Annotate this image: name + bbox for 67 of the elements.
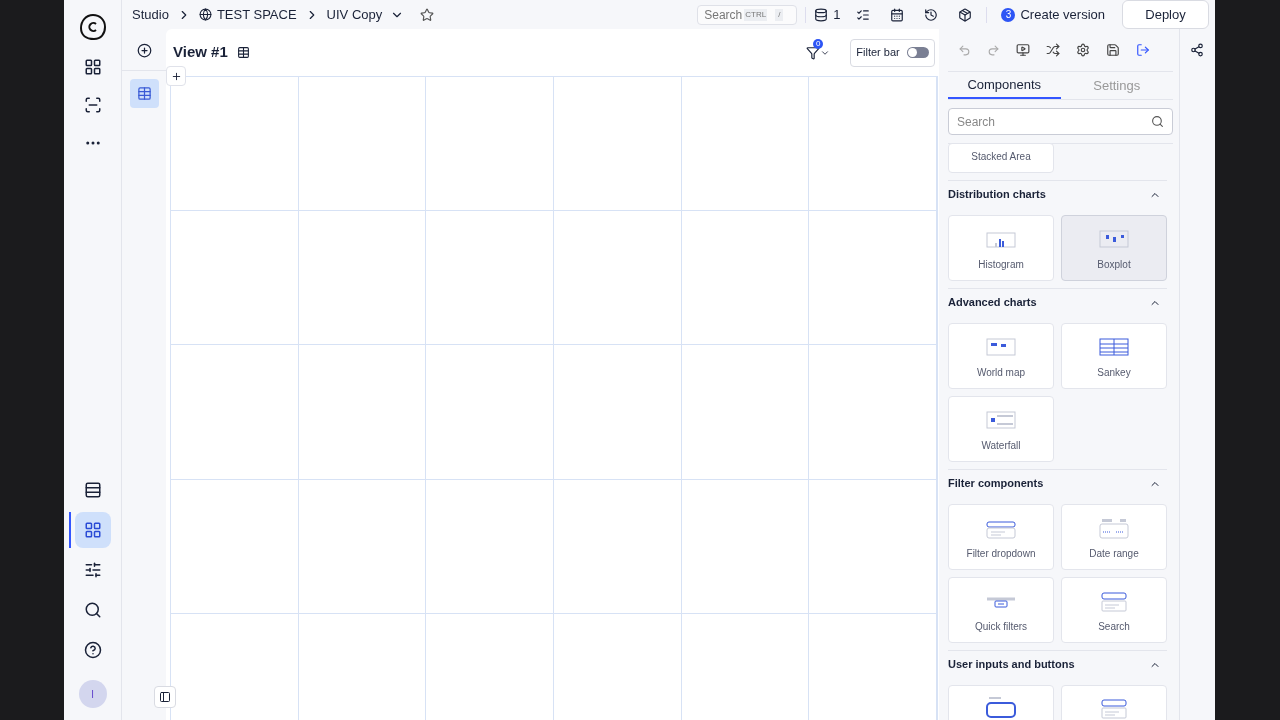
history-icon[interactable] [924, 7, 939, 22]
panel-toggle-button[interactable] [154, 686, 176, 708]
component-search-field[interactable]: Search [948, 108, 1173, 135]
search-icon [1151, 115, 1164, 128]
component-card[interactable]: Waterfall [948, 396, 1054, 462]
component-thumbnail-icon [1096, 227, 1132, 251]
database-count: 1 [833, 5, 841, 24]
globe-icon [198, 8, 212, 21]
component-card[interactable]: Stacked Area [948, 143, 1054, 173]
save-icon[interactable] [1106, 43, 1120, 57]
grid-icon [83, 521, 102, 539]
component-card[interactable]: Boxplot [1061, 215, 1167, 281]
avatar[interactable]: I [78, 680, 107, 708]
checklist-icon[interactable] [856, 7, 871, 22]
section-title: Advanced charts [948, 295, 1037, 311]
section-title: Filter components [948, 476, 1044, 492]
export-icon[interactable] [1136, 43, 1150, 57]
filter-bar-toggle[interactable]: Filter bar [850, 38, 935, 67]
component-card[interactable]: Quick filters [948, 577, 1054, 643]
shuffle-icon[interactable] [1046, 43, 1060, 57]
breadcrumb-link[interactable]: TEST SPACE [216, 4, 297, 25]
component-card[interactable]: Date range [1061, 504, 1167, 570]
add-row-button[interactable] [166, 66, 186, 86]
scan-icon[interactable] [83, 96, 102, 114]
settings-icon[interactable] [1076, 43, 1090, 57]
filter-icon[interactable] [806, 45, 820, 60]
help-icon [83, 641, 102, 659]
search-icon [83, 601, 102, 619]
view-settings-icon[interactable] [236, 46, 250, 59]
shortcut-key: / [775, 8, 784, 21]
create-version-button[interactable]: Create version [1020, 4, 1105, 25]
component-thumbnail-icon [1096, 335, 1132, 359]
package-icon[interactable] [958, 7, 973, 22]
breadcrumb-link[interactable]: Studio [132, 4, 169, 25]
panel-icon [159, 691, 171, 703]
view-title: View #1 [173, 42, 228, 63]
deploy-button[interactable]: Deploy [1122, 0, 1209, 29]
panel-tab[interactable]: Components [948, 72, 1061, 99]
calendar-icon[interactable] [890, 7, 905, 22]
component-thumbnail-icon [983, 408, 1019, 432]
apps-icon[interactable] [83, 58, 102, 76]
share-icon[interactable] [1190, 43, 1204, 57]
rows-icon [83, 481, 102, 499]
logo-icon[interactable] [77, 12, 108, 42]
section-title: User inputs and buttons [948, 657, 1075, 673]
component-card[interactable]: Histogram [948, 215, 1054, 281]
component-thumbnail-icon [983, 335, 1019, 359]
shortcut-key: CTRL [744, 8, 768, 21]
preview-icon[interactable] [1016, 43, 1030, 57]
component-thumbnail-icon [983, 696, 1019, 720]
component-card[interactable]: Sankey [1061, 323, 1167, 389]
add-icon[interactable] [136, 43, 152, 58]
component-card[interactable]: World map [948, 323, 1054, 389]
view-thumbnail[interactable] [129, 79, 159, 108]
sliders-icon [83, 561, 102, 579]
section-title: Distribution charts [948, 187, 1046, 203]
database-icon[interactable] [814, 7, 829, 22]
breadcrumb-link[interactable]: UIV Copy [326, 4, 383, 25]
search-field[interactable]: Search CTRL / [697, 4, 798, 25]
component-card[interactable]: Filter dropdown [948, 504, 1054, 570]
version-count-badge: 3 [1001, 7, 1016, 22]
star-icon[interactable] [420, 7, 435, 22]
filter-count-badge: 0 [813, 38, 824, 49]
plus-icon [170, 70, 182, 82]
components-nav-button[interactable] [74, 512, 111, 548]
component-card[interactable]: Search [1061, 577, 1167, 643]
component-thumbnail-icon [1096, 516, 1132, 540]
